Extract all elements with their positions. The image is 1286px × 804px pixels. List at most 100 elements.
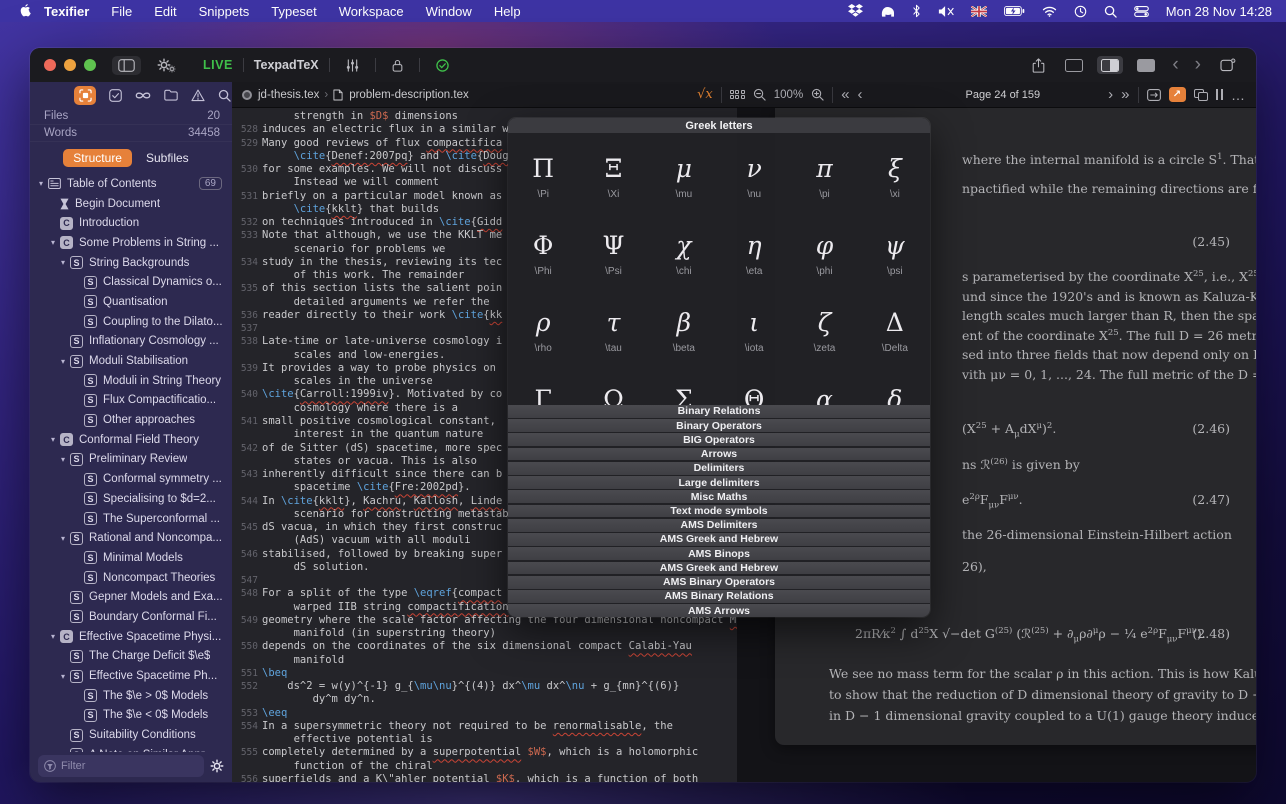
bluetooth-icon[interactable] [912,4,921,18]
share-icon[interactable] [1026,55,1051,76]
tree-item[interactable]: SInflationary Cosmology ... [30,332,232,352]
chevron-down-icon[interactable]: ▾ [34,179,48,188]
section-header-ams-delimiters[interactable]: AMS Delimiters [508,519,930,532]
close-button[interactable] [44,59,56,71]
mute-icon[interactable] [938,5,954,18]
chevron-down-icon[interactable]: ▾ [56,357,70,366]
tree-item[interactable]: SFlux Compactificatio... [30,391,232,411]
tree-item[interactable]: SBoundary Conformal Fi... [30,607,232,627]
history-forward-icon[interactable]: › [1192,58,1204,72]
menu-item-help[interactable]: Help [483,4,532,19]
greek-symbol-cell[interactable]: Π\Pi [508,133,578,210]
greek-symbol-cell[interactable]: Ψ\Psi [578,210,648,287]
new-window-icon[interactable] [1214,55,1242,75]
check-circle-icon[interactable] [430,56,455,75]
tree-item[interactable]: ▾SRational and Noncompa... [30,528,232,548]
first-page-icon[interactable]: « [841,86,849,103]
tree-item[interactable]: SConformal symmetry ... [30,469,232,489]
typeset-settings-gear-icon[interactable] [151,55,177,75]
tree-item[interactable]: ▾SString Backgrounds [30,253,232,273]
math-symbols-icon[interactable]: √x [697,87,713,102]
sync-icon[interactable] [1147,89,1161,101]
zoom-in-icon[interactable] [811,88,824,101]
section-header-ams-arrows[interactable]: AMS Arrows [508,604,930,617]
menu-clock[interactable]: Mon 28 Nov 14:28 [1166,4,1272,19]
tree-item[interactable]: SThe Superconformal ... [30,509,232,529]
tab-structure[interactable]: Structure [63,149,132,167]
chevron-down-icon[interactable]: ▾ [56,534,70,543]
section-header-delimiters[interactable]: Delimiters [508,462,930,475]
todo-panel-icon[interactable] [109,89,122,102]
elephant-icon[interactable] [880,5,895,18]
layout-pdf-only-button[interactable] [1133,56,1159,74]
greek-symbol-cell[interactable]: τ\tau [578,287,648,364]
greek-symbol-cell[interactable]: ζ\zeta [789,287,859,364]
menu-item-file[interactable]: File [100,4,143,19]
window-titlebar[interactable]: LIVE TexpadTeX ‹ › [30,48,1256,82]
greek-symbol-cell[interactable]: Δ\Delta [860,287,930,364]
tree-item[interactable]: SNoncompact Theories [30,568,232,588]
structure-tree[interactable]: ▾Table of Contents69Begin DocumentCIntro… [30,174,232,752]
tree-item[interactable]: SSpecialising to $d=2... [30,489,232,509]
section-header-ams-binops[interactable]: AMS Binops [508,547,930,560]
section-header-ams-binary-relations[interactable]: AMS Binary Relations [508,590,930,603]
history-back-icon[interactable]: ‹ [1169,58,1181,72]
engine-label[interactable]: TexpadTeX [254,58,319,72]
tree-item[interactable]: SThe $\e < 0$ Models [30,706,232,726]
section-header-big-operators[interactable]: BIG Operators [508,433,930,446]
tree-item[interactable]: SClassical Dynamics o... [30,272,232,292]
zoom-level[interactable]: 100% [774,89,803,101]
greek-symbol-cell[interactable]: Φ\Phi [508,210,578,287]
section-header-arrows[interactable]: Arrows [508,448,930,461]
chevron-down-icon[interactable]: ▾ [56,258,70,267]
battery-icon[interactable] [1004,6,1025,16]
dropbox-icon[interactable] [848,4,863,18]
tree-item[interactable]: ▾SEffective Spacetime Ph... [30,666,232,686]
greek-symbol-cell[interactable]: φ\phi [789,210,859,287]
chevron-down-icon[interactable]: ▾ [56,455,70,464]
chevron-down-icon[interactable]: ▾ [46,632,60,641]
tree-item[interactable]: SCoupling to the Dilato... [30,312,232,332]
more-options-icon[interactable]: … [1231,87,1246,103]
greek-symbol-cell[interactable]: β\beta [649,287,719,364]
section-header-ams-greek-and-hebrew[interactable]: AMS Greek and Hebrew [508,533,930,546]
menu-item-window[interactable]: Window [415,4,483,19]
wifi-icon[interactable] [1042,6,1057,17]
greek-symbol-cell[interactable]: η\eta [719,210,789,287]
tree-item[interactable]: ▾SModuli Stabilisation [30,351,232,371]
next-page-icon[interactable]: › [1108,86,1113,103]
search-panel-icon[interactable] [218,89,231,102]
minimize-button[interactable] [64,59,76,71]
tree-item[interactable]: SOther approaches [30,410,232,430]
greek-symbol-cell[interactable]: μ\mu [649,133,719,210]
greek-symbol-cell[interactable]: π\pi [789,133,859,210]
section-header-large-delimiters[interactable]: Large delimiters [508,476,930,489]
breadcrumb-open-file[interactable]: problem-description.tex [349,89,469,101]
search-icon[interactable] [1104,5,1117,18]
tree-item[interactable]: SModuli in String Theory [30,371,232,391]
tree-item[interactable]: ▾CConformal Field Theory [30,430,232,450]
section-header-text-mode-symbols[interactable]: Text mode symbols [508,505,930,518]
greek-symbol-cell[interactable]: Ξ\Xi [578,133,648,210]
sidebar-toggle-icon[interactable] [112,56,141,75]
layout-split-button[interactable] [1097,56,1123,74]
prev-page-icon[interactable]: ‹ [858,86,863,103]
menu-item-texifier[interactable]: Texifier [33,4,100,19]
filter-settings-gear-icon[interactable] [210,759,224,773]
popup-title[interactable]: Greek letters [508,118,930,133]
chevron-down-icon[interactable]: ▾ [46,238,60,247]
greek-symbol-cell[interactable]: ι\iota [719,287,789,364]
open-external-icon[interactable]: ↗ [1169,87,1186,102]
layout-editor-only-button[interactable] [1061,56,1087,74]
menu-item-edit[interactable]: Edit [143,4,187,19]
greek-symbol-cell[interactable]: ξ\xi [860,133,930,210]
infinity-panel-icon[interactable] [135,91,151,100]
tree-item[interactable]: SMinimal Models [30,548,232,568]
chevron-down-icon[interactable]: ▾ [56,672,70,681]
zoom-button[interactable] [84,59,96,71]
section-header-binary-operators[interactable]: Binary Operators [508,419,930,432]
live-mode-label[interactable]: LIVE [203,58,233,72]
section-header-misc-maths[interactable]: Misc Maths [508,490,930,503]
chevron-down-icon[interactable]: ▾ [46,435,60,444]
menu-item-snippets[interactable]: Snippets [188,4,261,19]
